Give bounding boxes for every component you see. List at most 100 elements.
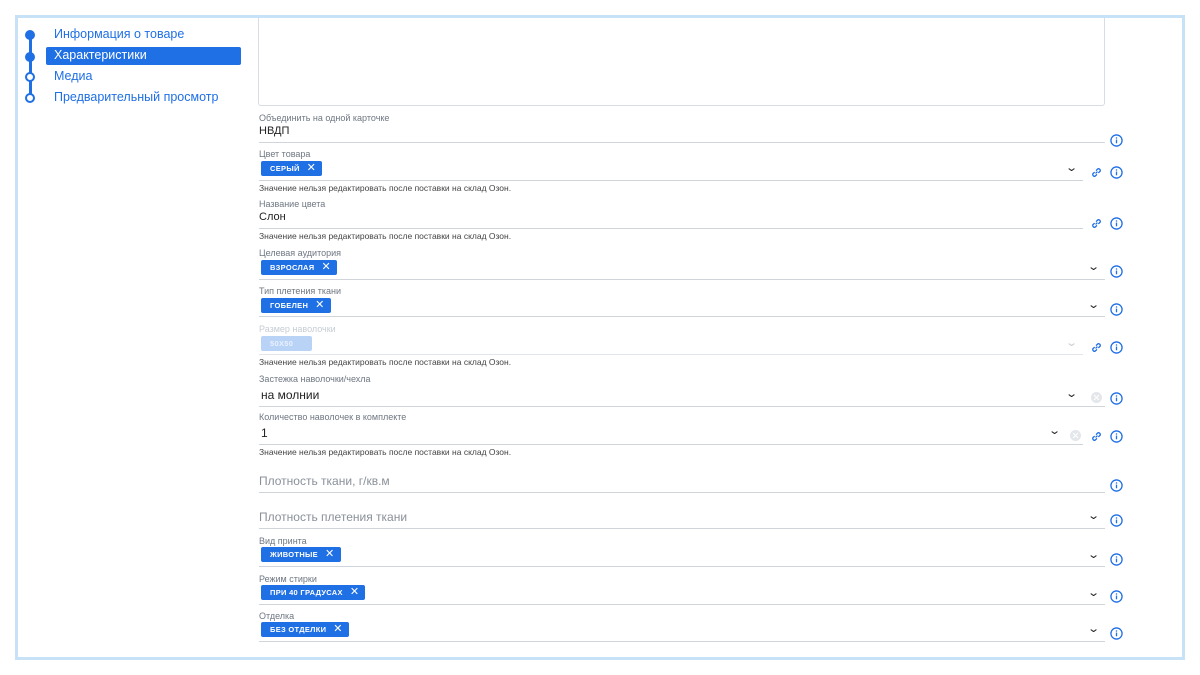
step-media[interactable]: Медиа xyxy=(18,67,258,87)
tag-label: ВЗРОСЛАЯ xyxy=(270,263,315,272)
weave-density-field: Плотность плетения ткани ⌄ xyxy=(259,502,1123,534)
field-underline xyxy=(259,142,1105,143)
field-label: Количество наволочек в комплекте xyxy=(259,412,407,422)
field-underline xyxy=(259,180,1083,181)
field-label: Объединить на одной карточке xyxy=(259,113,390,123)
field-underline xyxy=(259,354,1083,355)
field-label: Застежка наволочки/чехла xyxy=(259,374,371,384)
weave-type-tag[interactable]: ГОБЕЛЕН ✕ xyxy=(261,298,331,313)
clear-icon[interactable] xyxy=(1070,430,1081,441)
info-icon[interactable] xyxy=(1110,553,1123,566)
fabric-density-input[interactable]: Плотность ткани, г/кв.м xyxy=(259,474,390,488)
chevron-down-icon[interactable]: ⌄ xyxy=(1087,622,1100,635)
field-underline xyxy=(259,528,1105,529)
field-hint: Значение нельзя редактировать после пост… xyxy=(259,447,512,457)
weave-density-select[interactable]: Плотность плетения ткани xyxy=(259,510,407,524)
field-underline xyxy=(259,604,1105,605)
tag-remove-icon[interactable]: ✕ xyxy=(315,298,325,312)
link-icon[interactable] xyxy=(1090,430,1103,443)
field-hint: Значение нельзя редактировать после пост… xyxy=(259,357,512,367)
step-done-icon xyxy=(25,30,35,40)
step-label: Предварительный просмотр xyxy=(54,90,219,104)
link-icon[interactable] xyxy=(1090,166,1103,179)
step-current-icon xyxy=(25,52,35,62)
tag-remove-icon[interactable]: ✕ xyxy=(333,622,343,636)
tag-label: ПРИ 40 ГРАДУСАХ xyxy=(270,588,343,597)
info-icon[interactable] xyxy=(1110,166,1123,179)
audience-field: Целевая аудитория ВЗРОСЛАЯ ✕ ⌄ xyxy=(259,245,1123,281)
chevron-down-icon[interactable]: ⌄ xyxy=(1065,161,1078,174)
closure-select[interactable]: на молнии xyxy=(261,388,319,402)
tag-label: ЖИВОТНЫЕ xyxy=(270,550,318,559)
info-icon[interactable] xyxy=(1110,514,1123,527)
audience-tag[interactable]: ВЗРОСЛАЯ ✕ xyxy=(261,260,337,275)
tag-label: ГОБЕЛЕН xyxy=(270,301,309,310)
tag-label: БЕЗ ОТДЕЛКИ xyxy=(270,625,327,634)
info-icon[interactable] xyxy=(1110,392,1123,405)
link-icon[interactable] xyxy=(1090,341,1103,354)
info-icon[interactable] xyxy=(1110,217,1123,230)
field-underline xyxy=(259,444,1083,445)
field-label: Отделка xyxy=(259,611,295,621)
step-product-info[interactable]: Информация о товаре xyxy=(18,25,258,45)
field-label: Вид принта xyxy=(259,536,307,546)
chevron-down-icon[interactable]: ⌄ xyxy=(1087,548,1100,561)
clear-icon[interactable] xyxy=(1091,392,1102,403)
step-label: Характеристики xyxy=(54,48,147,62)
info-icon[interactable] xyxy=(1110,265,1123,278)
chevron-down-icon[interactable]: ⌄ xyxy=(1087,298,1100,311)
info-icon[interactable] xyxy=(1110,430,1123,443)
step-pending-icon xyxy=(25,72,35,82)
wash-mode-tag[interactable]: ПРИ 40 ГРАДУСАХ ✕ xyxy=(261,585,366,600)
field-label: Название цвета xyxy=(259,199,326,209)
info-icon[interactable] xyxy=(1110,627,1123,640)
description-textarea[interactable] xyxy=(258,18,1105,106)
merge-card-input[interactable]: НВДП xyxy=(259,125,289,137)
quantity-field: Количество наволочек в комплекте 1 ⌄ Зна… xyxy=(259,409,1123,459)
merge-card-field: Объединить на одной карточке НВДП xyxy=(259,110,1123,147)
info-icon[interactable] xyxy=(1110,341,1123,354)
field-label: Размер наволочки xyxy=(259,324,336,334)
pillow-size-tag: 50X50 xyxy=(261,336,312,351)
step-pending-icon xyxy=(25,93,35,103)
print-type-tag[interactable]: ЖИВОТНЫЕ ✕ xyxy=(261,547,341,562)
info-icon[interactable] xyxy=(1110,479,1123,492)
field-hint: Значение нельзя редактировать после пост… xyxy=(259,231,512,241)
info-icon[interactable] xyxy=(1110,134,1123,147)
chevron-down-icon[interactable]: ⌄ xyxy=(1087,586,1100,599)
info-icon[interactable] xyxy=(1110,303,1123,316)
tag-remove-icon[interactable]: ✕ xyxy=(350,585,360,599)
color-name-input[interactable]: Слон xyxy=(259,211,286,223)
tag-remove-icon[interactable]: ✕ xyxy=(325,547,335,561)
info-icon[interactable] xyxy=(1110,590,1123,603)
field-underline xyxy=(259,406,1105,407)
chevron-down-icon[interactable]: ⌄ xyxy=(1048,424,1061,437)
quantity-select[interactable]: 1 xyxy=(261,426,268,440)
field-underline xyxy=(259,279,1105,280)
chevron-down-icon[interactable]: ⌄ xyxy=(1065,387,1078,400)
finish-tag[interactable]: БЕЗ ОТДЕЛКИ ✕ xyxy=(261,622,349,637)
steps-nav: Информация о товаре Характеристики Медиа… xyxy=(18,18,258,128)
tag-remove-icon[interactable]: ✕ xyxy=(307,161,317,175)
tag-remove-icon[interactable]: ✕ xyxy=(321,260,331,274)
print-type-field: Вид принта ЖИВОТНЫЕ ✕ ⌄ xyxy=(259,533,1123,569)
color-name-field: Название цвета Слон Значение нельзя реда… xyxy=(259,196,1123,242)
field-underline xyxy=(259,492,1105,493)
pillow-size-field: Размер наволочки 50X50 ⌄ Значение нельзя… xyxy=(259,321,1123,369)
field-underline xyxy=(259,641,1105,642)
field-label: Режим стирки xyxy=(259,574,317,584)
field-underline xyxy=(259,316,1105,317)
field-underline xyxy=(259,566,1105,567)
field-label: Целевая аудитория xyxy=(259,248,341,258)
finish-field: Отделка БЕЗ ОТДЕЛКИ ✕ ⌄ xyxy=(259,608,1123,644)
step-characteristics[interactable]: Характеристики xyxy=(18,47,258,67)
link-icon[interactable] xyxy=(1090,217,1103,230)
step-preview[interactable]: Предварительный просмотр xyxy=(18,88,258,108)
weave-type-field: Тип плетения ткани ГОБЕЛЕН ✕ ⌄ xyxy=(259,283,1123,319)
tag-label: 50X50 xyxy=(270,339,294,348)
step-label: Медиа xyxy=(54,69,93,83)
chevron-down-icon[interactable]: ⌄ xyxy=(1087,509,1100,522)
fabric-density-field: Плотность ткани, г/кв.м xyxy=(259,466,1123,498)
chevron-down-icon[interactable]: ⌄ xyxy=(1087,260,1100,273)
color-tag[interactable]: СЕРЫЙ ✕ xyxy=(261,161,323,176)
